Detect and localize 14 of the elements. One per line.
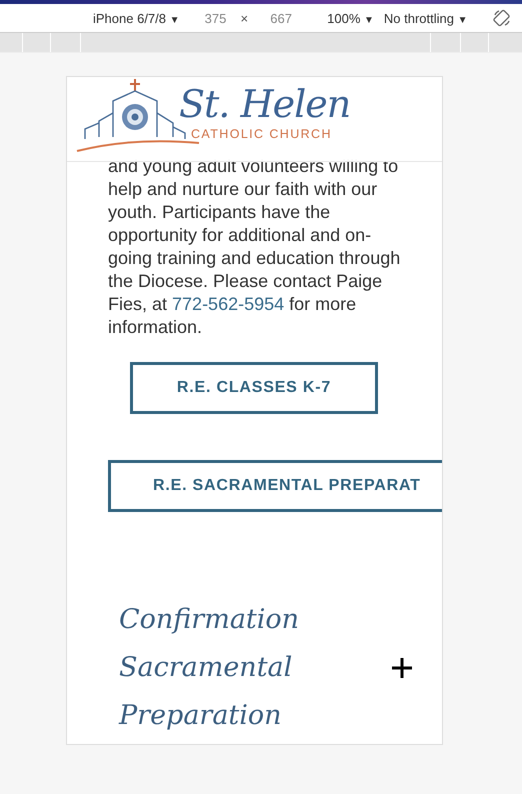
phone-link[interactable]: 772-562-5954 <box>172 294 284 314</box>
rotate-icon[interactable] <box>492 9 511 27</box>
church-name: St. Helen <box>179 81 350 127</box>
width-field[interactable]: 375 <box>200 10 231 26</box>
height-field[interactable]: 667 <box>266 10 296 26</box>
dimension-separator: × <box>240 10 248 26</box>
throttling-dropdown[interactable]: No throttling ▼ <box>380 10 471 26</box>
zoom-dropdown[interactable]: 100% ▼ <box>324 10 377 26</box>
section-button[interactable]: R.E. CLASSES K-7 <box>130 362 378 414</box>
section-button[interactable]: R.E. SACRAMENTAL PREPARAT <box>108 460 442 512</box>
accordion-title[interactable]: Confirmation Sacramental Preparation <box>119 596 319 740</box>
church-subtitle: CATHOLIC CHURCH <box>191 127 333 141</box>
device-dropdown[interactable]: iPhone 6/7/8 ▼ <box>90 10 183 26</box>
plus-icon[interactable] <box>391 657 413 679</box>
